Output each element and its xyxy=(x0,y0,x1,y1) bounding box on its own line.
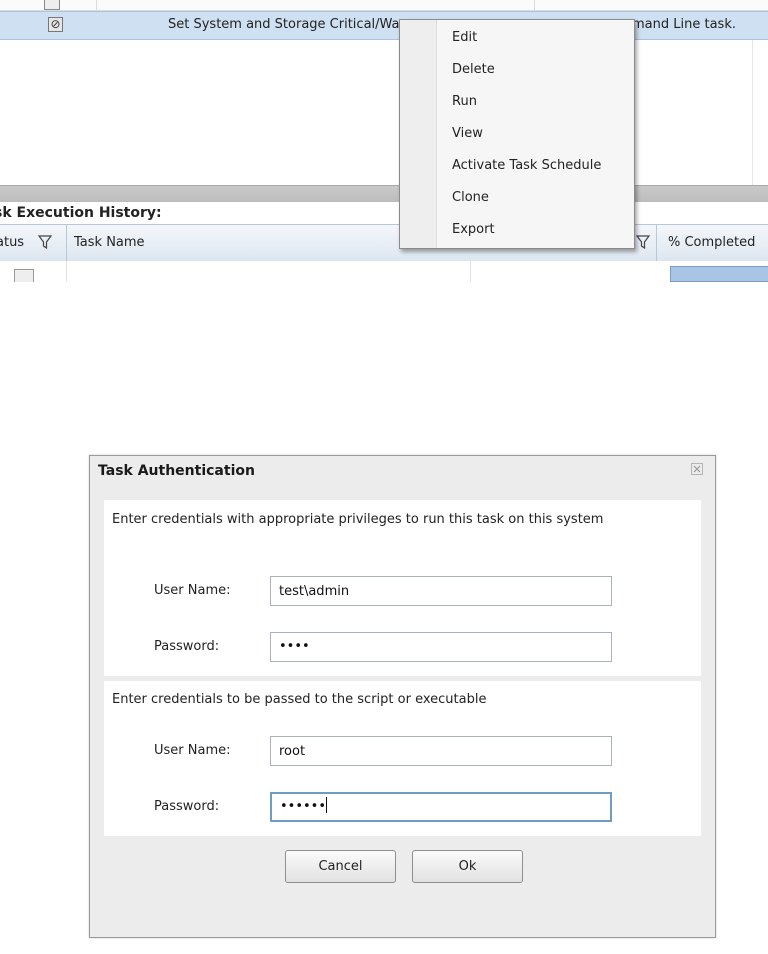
progress-bar xyxy=(670,266,768,282)
task-grid: ⊘ Set System and Storage Critical/Wa man… xyxy=(0,0,768,282)
password-label: Password: xyxy=(154,799,220,814)
script-username-input[interactable] xyxy=(270,736,612,766)
context-menu-icon-gutter xyxy=(400,20,437,248)
menu-item-delete[interactable]: Delete xyxy=(452,62,495,77)
column-divider xyxy=(656,225,657,261)
column-header-percent-completed[interactable]: % Completed xyxy=(668,235,755,250)
stop-icon: ⊘ xyxy=(48,17,63,32)
script-password-input[interactable]: •••••• xyxy=(270,792,612,822)
menu-item-export[interactable]: Export xyxy=(452,222,495,237)
text-caret xyxy=(326,797,328,813)
menu-item-edit[interactable]: Edit xyxy=(452,30,477,45)
password-mask: •••• xyxy=(279,639,310,654)
execution-history-row[interactable] xyxy=(0,261,768,282)
execution-history-title: sk Execution History: xyxy=(0,202,768,224)
task-type-icon xyxy=(44,0,60,10)
filter-icon[interactable] xyxy=(636,234,650,250)
dialog-title: Task Authentication xyxy=(98,463,255,479)
cancel-button[interactable]: Cancel xyxy=(285,850,396,883)
system-password-input[interactable]: •••• xyxy=(270,632,612,662)
scrollbar-divider xyxy=(752,40,753,185)
ok-button[interactable]: Ok xyxy=(412,850,523,883)
username-label: User Name: xyxy=(154,743,231,758)
task-row-partial[interactable] xyxy=(0,0,768,11)
pane-splitter[interactable] xyxy=(0,185,768,203)
system-credentials-message: Enter credentials with appropriate privi… xyxy=(112,512,604,527)
script-credentials-message: Enter credentials to be passed to the sc… xyxy=(112,692,487,707)
column-divider xyxy=(96,0,97,10)
task-description-cell: mand Line task. xyxy=(632,17,736,32)
close-icon[interactable] xyxy=(691,463,703,475)
menu-item-run[interactable]: Run xyxy=(452,94,477,109)
column-divider xyxy=(66,225,67,261)
column-header-task-name[interactable]: Task Name xyxy=(74,235,145,250)
password-label: Password: xyxy=(154,639,220,654)
context-menu: Edit Delete Run View Activate Task Sched… xyxy=(399,19,635,249)
status-icon xyxy=(14,269,34,282)
username-label: User Name: xyxy=(154,583,231,598)
script-credentials-panel: Enter credentials to be passed to the sc… xyxy=(104,681,701,836)
column-divider xyxy=(66,261,67,282)
password-mask: •••••• xyxy=(280,799,327,814)
menu-item-view[interactable]: View xyxy=(452,126,483,141)
execution-history-title-text: sk Execution History: xyxy=(0,205,162,221)
task-grid-empty-area xyxy=(0,40,768,185)
column-header-status[interactable]: atus xyxy=(0,235,24,250)
filter-icon[interactable] xyxy=(38,234,52,250)
menu-item-activate-task-schedule[interactable]: Activate Task Schedule xyxy=(452,158,601,173)
task-name-cell: Set System and Storage Critical/Wa xyxy=(168,17,400,32)
system-credentials-panel: Enter credentials with appropriate privi… xyxy=(104,500,701,676)
task-row-selected[interactable]: ⊘ Set System and Storage Critical/Wa man… xyxy=(0,11,768,40)
column-divider xyxy=(534,0,535,10)
task-authentication-dialog: Task Authentication Enter credentials wi… xyxy=(89,455,716,938)
execution-history-header: atus Task Name % Completed xyxy=(0,224,768,262)
system-username-input[interactable] xyxy=(270,576,612,606)
column-divider xyxy=(470,261,471,282)
menu-item-clone[interactable]: Clone xyxy=(452,190,489,205)
